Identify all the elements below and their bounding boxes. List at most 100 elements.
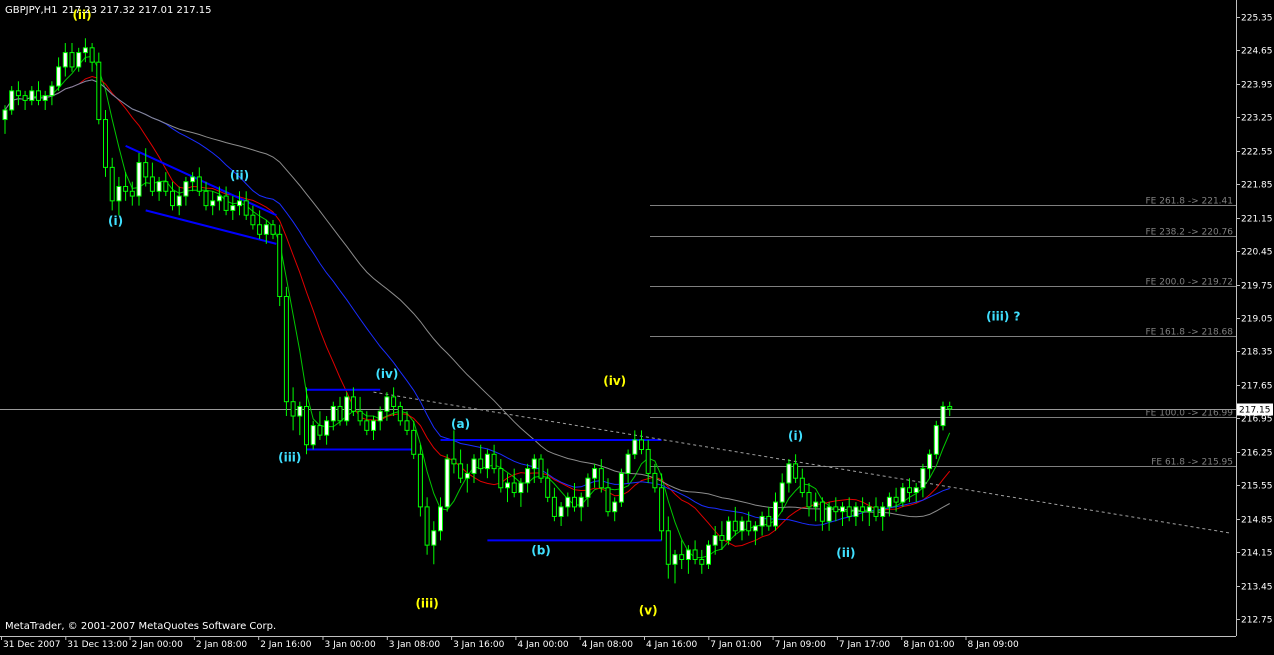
candle-body xyxy=(806,492,812,508)
candle-body xyxy=(699,558,705,565)
candle-body xyxy=(444,458,450,508)
time-tick-label: 7 Jan 09:00 xyxy=(775,640,827,650)
symbol-timeframe: GBPJPY,H1 xyxy=(5,5,58,16)
candle-body xyxy=(592,468,598,479)
candle-body xyxy=(759,515,765,527)
wave-label: (ii) xyxy=(836,546,855,560)
wave-label: (b) xyxy=(531,544,551,558)
candle-body xyxy=(304,405,309,446)
price-chart[interactable]: FE 261.8 -> 221.41 FE 238.2 -> 220.76 FE 2… xyxy=(0,0,1274,651)
candle-body xyxy=(36,90,41,101)
candle-body xyxy=(652,472,658,489)
candle-body xyxy=(263,224,269,235)
candle-body xyxy=(498,468,504,489)
candle-body xyxy=(297,405,303,417)
candle-body xyxy=(558,506,564,517)
candle-body xyxy=(672,554,678,565)
candle-body xyxy=(257,224,263,235)
candle-body xyxy=(531,458,537,470)
candle-body xyxy=(431,530,437,546)
candle-body xyxy=(665,530,671,565)
time-tick-label: 2 Jan 16:00 xyxy=(260,640,312,650)
candle-body xyxy=(230,205,236,211)
candle-body xyxy=(538,458,544,479)
candle-body xyxy=(15,90,21,97)
candle-body xyxy=(632,439,638,455)
time-tick-label: 8 Jan 01:00 xyxy=(903,640,955,650)
candle-body xyxy=(103,119,108,168)
candle-body xyxy=(746,520,752,532)
candle-body xyxy=(344,396,350,422)
price-tick-label: 212.75 xyxy=(1241,616,1273,626)
chart-window: FE 261.8 -> 221.41 FE 238.2 -> 220.76 FE 2… xyxy=(0,0,1274,651)
time-tick-label: 3 Jan 16:00 xyxy=(453,640,505,650)
candle-body xyxy=(739,520,745,532)
price-tick-label: 214.15 xyxy=(1241,549,1273,559)
candle-body xyxy=(404,420,410,431)
candle-body xyxy=(907,487,912,494)
candle-body xyxy=(920,468,926,489)
wave-label: (i) xyxy=(108,214,123,228)
candle-body xyxy=(612,501,618,513)
candle-body xyxy=(129,190,135,197)
candle-body xyxy=(350,396,356,412)
price-tick-label: 223.95 xyxy=(1241,81,1273,91)
candle-body xyxy=(411,429,417,455)
candle-body xyxy=(424,506,430,546)
candle-body xyxy=(330,405,336,422)
candle-body xyxy=(397,405,403,422)
candle xyxy=(538,454,544,483)
ohlc-readout: 217.23 217.32 217.01 217.15 xyxy=(62,5,212,16)
candle-body xyxy=(210,200,216,207)
candle-body xyxy=(813,501,819,508)
candle-body xyxy=(659,487,665,532)
candle-body xyxy=(913,487,919,494)
candle xyxy=(444,454,450,512)
candle-body xyxy=(860,506,866,513)
candle xyxy=(9,86,15,115)
candle-body xyxy=(551,496,557,517)
price-tick-label: 225.35 xyxy=(1241,14,1273,24)
candle-body xyxy=(216,195,222,202)
candle-body xyxy=(471,458,477,474)
candle-body xyxy=(491,453,497,470)
candle-body xyxy=(49,85,55,97)
fib-label: FE 200.0 -> 219.72 xyxy=(1146,278,1234,288)
candle-body xyxy=(250,214,256,226)
wave-label: (a) xyxy=(451,417,470,431)
candle-body xyxy=(846,506,852,517)
candle-body xyxy=(578,496,584,508)
candle-body xyxy=(766,515,772,527)
candle-body xyxy=(170,190,175,207)
candle-body xyxy=(9,90,15,111)
fib-label: FE 161.8 -> 218.68 xyxy=(1146,328,1234,338)
candle xyxy=(103,109,108,177)
price-tick-label: 220.45 xyxy=(1241,248,1273,258)
candle-body xyxy=(732,520,738,532)
candle-body xyxy=(156,181,162,192)
candle-body xyxy=(779,482,785,503)
candle-body xyxy=(786,463,792,484)
candle-body xyxy=(692,549,698,560)
candle-body xyxy=(149,176,155,192)
candle-body xyxy=(42,95,48,101)
candle xyxy=(277,224,283,307)
candle-body xyxy=(625,453,631,474)
candle-body xyxy=(773,501,778,527)
price-tick-label: 215.55 xyxy=(1241,482,1273,492)
fib-label: FE 61.8 -> 215.95 xyxy=(1151,458,1233,468)
candle-body xyxy=(56,66,62,87)
candle-body xyxy=(196,176,202,192)
wave-label: (i) xyxy=(788,429,803,443)
candle-body xyxy=(371,420,376,431)
candle-body xyxy=(438,506,443,532)
candle xyxy=(344,392,350,426)
candle-body xyxy=(290,401,296,417)
candle-body xyxy=(565,496,571,508)
candle-body xyxy=(706,544,711,565)
candle xyxy=(417,444,423,517)
candle-body xyxy=(391,396,397,407)
candle-body xyxy=(123,185,129,192)
candle-body xyxy=(29,90,35,101)
candle-body xyxy=(525,468,531,484)
